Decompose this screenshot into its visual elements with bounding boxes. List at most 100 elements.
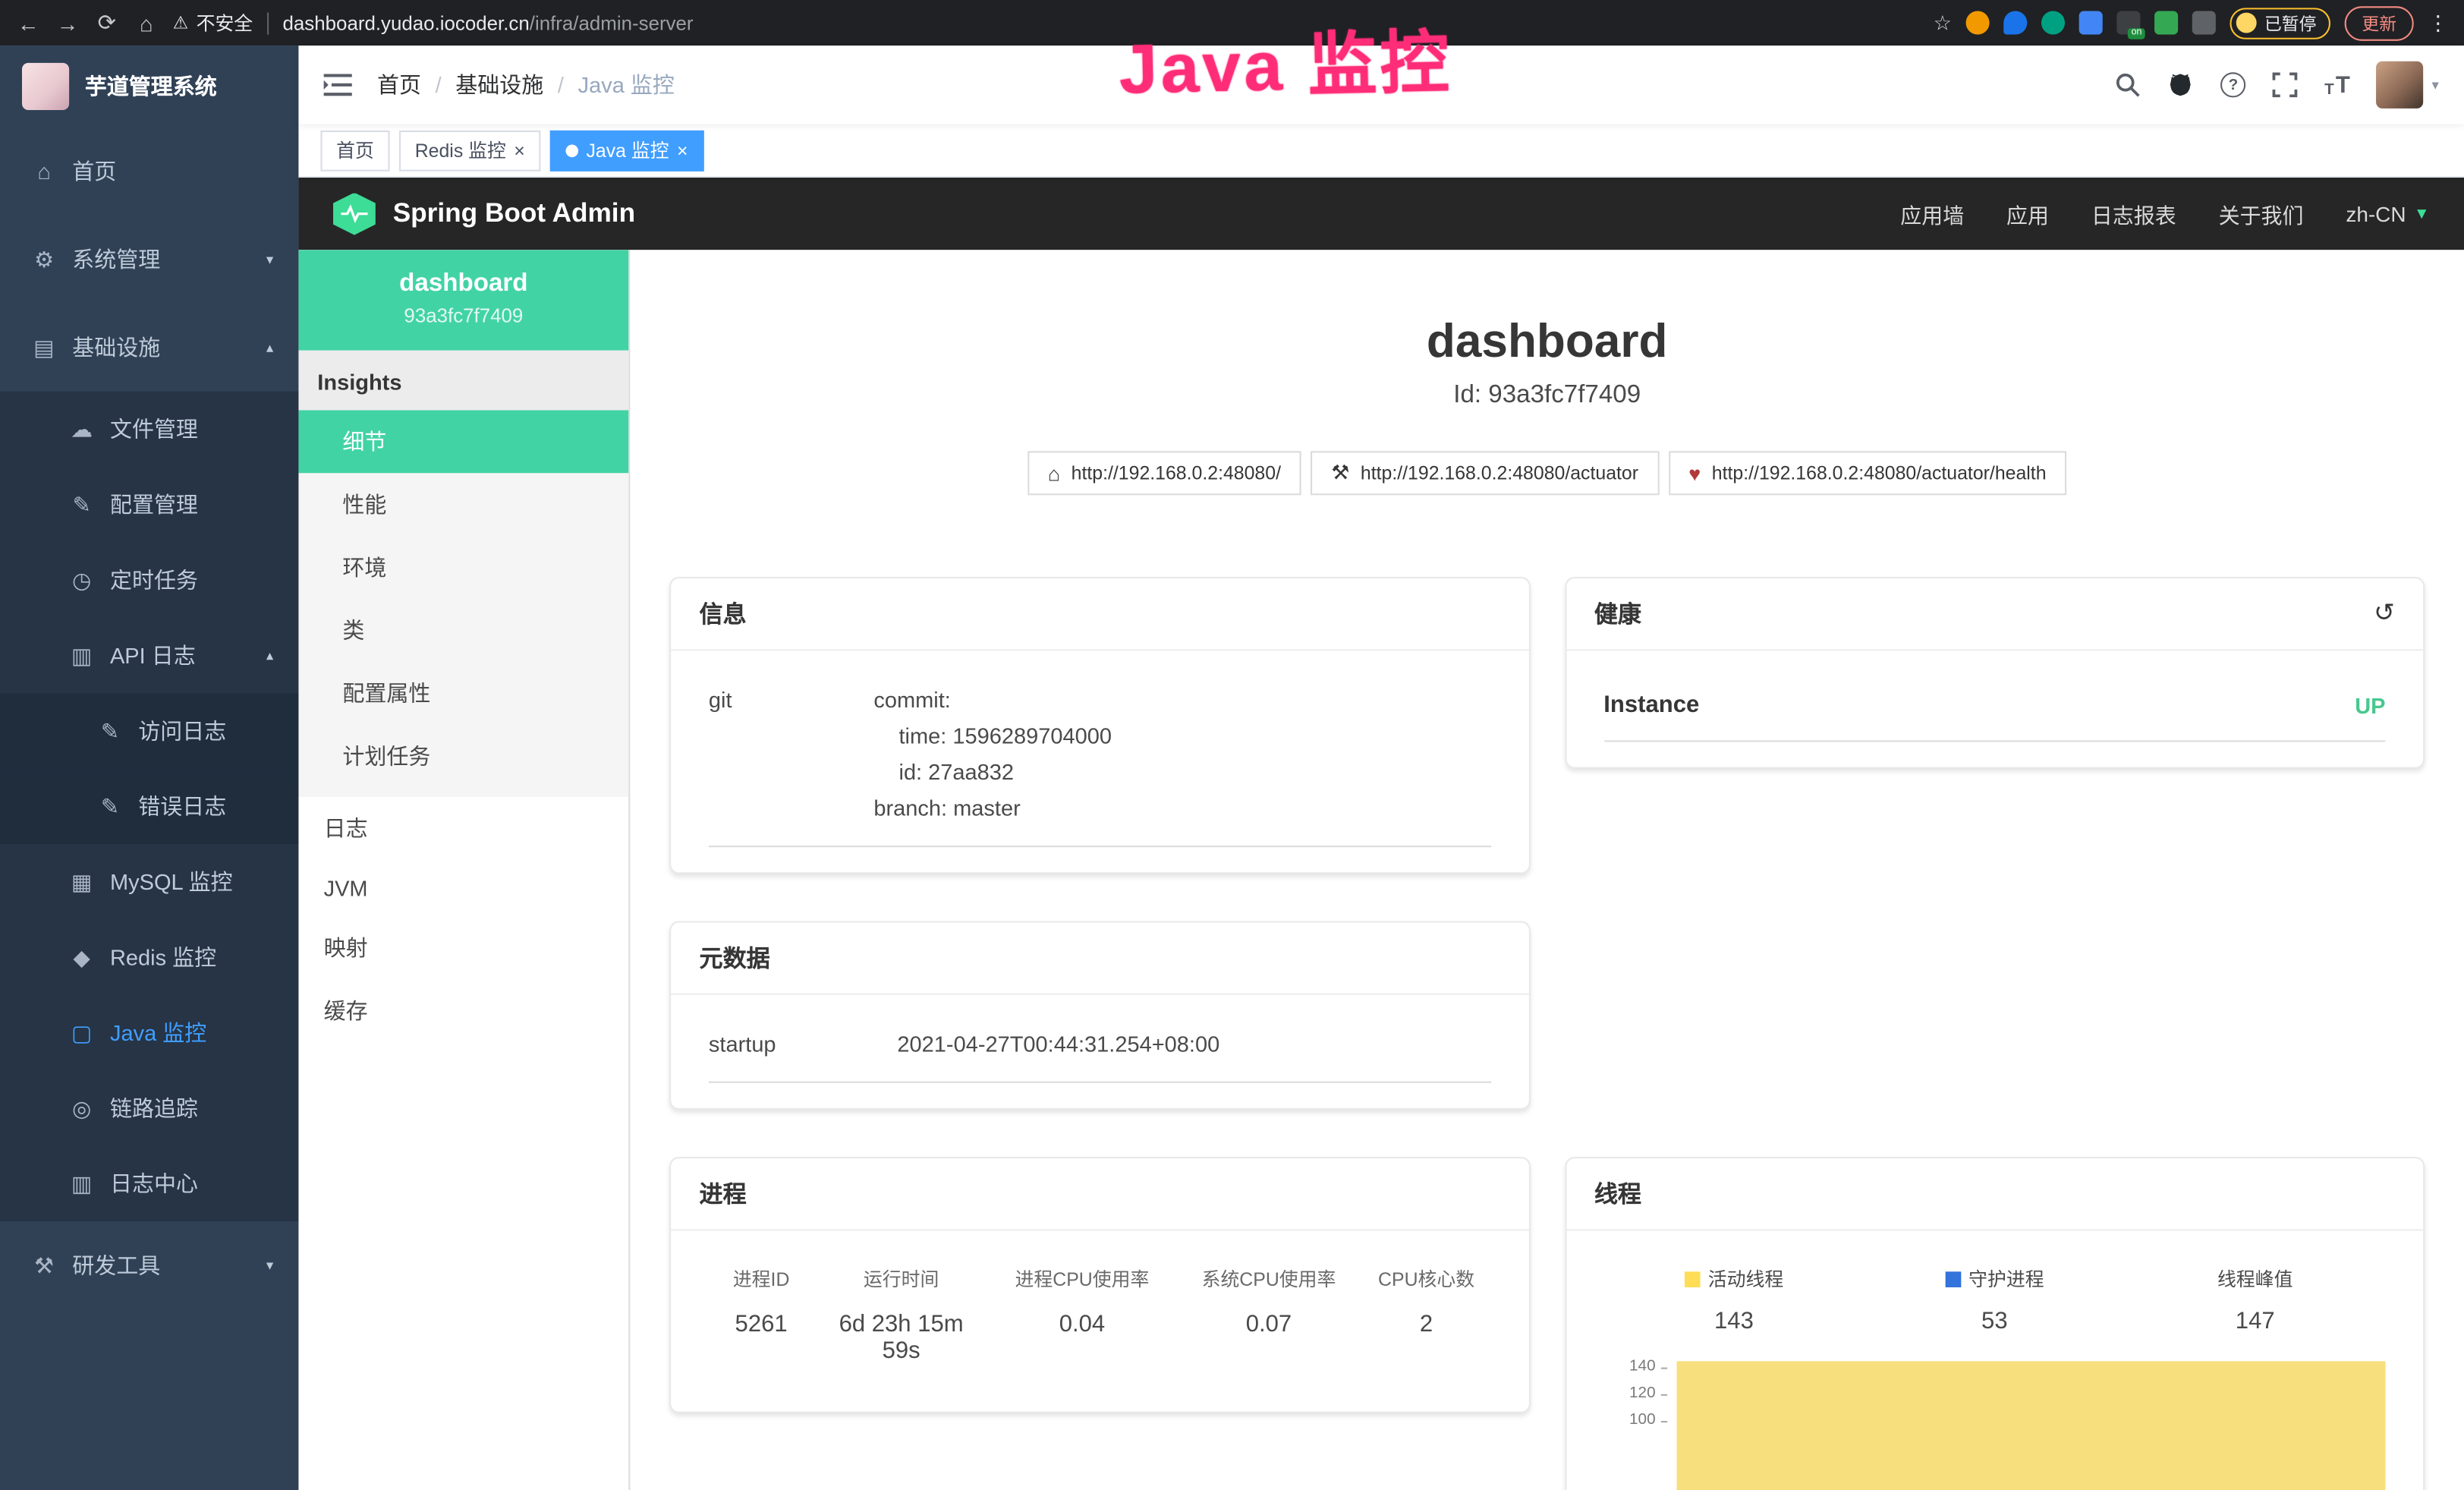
refresh-button[interactable]: ⟳: [94, 9, 119, 36]
sba-item-scheduled[interactable]: 计划任务: [298, 725, 628, 788]
breadcrumb-infrastructure[interactable]: 基础设施: [421, 69, 543, 100]
font-size-icon[interactable]: TT: [2324, 71, 2350, 98]
doc-icon: ✎: [97, 793, 122, 820]
sidebar-item-access-logs[interactable]: ✎访问日志: [0, 693, 298, 768]
sidebar-item-java-monitor[interactable]: ▢Java 监控: [0, 995, 298, 1070]
sba-nav-applications[interactable]: 应用: [2006, 198, 2049, 229]
hamburger-icon[interactable]: [324, 74, 352, 96]
chevron-down-icon: ▼: [2414, 205, 2430, 222]
sba-nav-about[interactable]: 关于我们: [2219, 198, 2304, 229]
extension-icon-5[interactable]: on: [2116, 11, 2140, 34]
sba-item-logs[interactable]: 日志: [298, 797, 628, 860]
app-header: 首页 基础设施 Java 监控 ? TT: [298, 46, 2464, 124]
paused-badge[interactable]: 已暂停: [2230, 7, 2330, 38]
chevron-down-icon: ▾: [2431, 76, 2438, 93]
sidebar-item-scheduled-tasks[interactable]: ◷定时任务: [0, 542, 298, 617]
sba-item-classes[interactable]: 类: [298, 599, 628, 662]
cell-value: 2: [1362, 1298, 1490, 1386]
sba-item-environment[interactable]: 环境: [298, 536, 628, 599]
home-icon: ⌂: [31, 159, 56, 184]
health-url-link[interactable]: ♥http://192.168.0.2:48080/actuator/healt…: [1668, 451, 2066, 495]
browser-menu-icon[interactable]: ⋮: [2428, 10, 2448, 35]
tools-icon: ⚒: [31, 1252, 56, 1278]
sidebar-item-error-logs[interactable]: ✎错误日志: [0, 769, 298, 844]
info-row-git: git commit: time: 1596289704000 id: 27aa…: [709, 660, 1490, 847]
active-dot: [566, 143, 579, 156]
log-icon: ▥: [69, 642, 94, 669]
instance-url-link[interactable]: ⌂http://192.168.0.2:48080/: [1027, 451, 1301, 495]
sba-item-mappings[interactable]: 映射: [298, 916, 628, 979]
forward-button[interactable]: →: [55, 10, 80, 35]
sba-app-header[interactable]: dashboard 93a3fc7f7409: [298, 250, 628, 351]
sidebar-item-infrastructure[interactable]: ▤基础设施▴: [0, 304, 298, 392]
sba-locale-select[interactable]: zh-CN▼: [2346, 202, 2429, 225]
warning-icon: ⚠: [173, 13, 188, 33]
back-button[interactable]: ←: [16, 10, 41, 35]
header-actions: ? TT ▾: [2116, 61, 2439, 109]
extension-icon-2[interactable]: [2003, 11, 2027, 34]
sidebar-item-home[interactable]: ⌂首页: [0, 128, 298, 216]
instance-label: Instance: [1603, 691, 1699, 718]
sba-item-config-props[interactable]: 配置属性: [298, 662, 628, 725]
help-icon[interactable]: ?: [2220, 72, 2245, 97]
history-icon[interactable]: ↺: [2374, 601, 2395, 626]
legend-value: 143: [1603, 1298, 1864, 1350]
sidebar-item-config-management[interactable]: ✎配置管理: [0, 467, 298, 542]
tab-java-monitor[interactable]: Java 监控×: [550, 130, 703, 171]
chevron-down-icon: ▾: [266, 1257, 273, 1274]
col-header: 进程CPU使用率: [989, 1259, 1175, 1299]
sba-item-performance[interactable]: 性能: [298, 473, 628, 536]
extension-icon-4[interactable]: [2079, 11, 2103, 34]
tab-home[interactable]: 首页: [320, 130, 389, 171]
divider: [267, 12, 269, 34]
process-card: 进程 进程ID 运行时间 进程CPU使用率 系统CPU使用率 CPU核心数 52…: [669, 1157, 1530, 1413]
sidebar-item-trace[interactable]: ◎链路追踪: [0, 1070, 298, 1145]
close-icon[interactable]: ×: [514, 140, 525, 159]
sidebar-item-log-center[interactable]: ▥日志中心: [0, 1146, 298, 1221]
blue-swatch-icon: [1945, 1271, 1961, 1287]
legend-active-threads: 活动线程: [1603, 1259, 1864, 1299]
sidebar-item-dev-tools[interactable]: ⚒研发工具▾: [0, 1221, 298, 1309]
breadcrumb-home[interactable]: 首页: [377, 69, 421, 100]
sba-brand[interactable]: Spring Boot Admin: [333, 193, 635, 235]
tab-redis-monitor[interactable]: Redis 监控×: [399, 130, 540, 171]
sidebar-item-redis-monitor[interactable]: ◆Redis 监控: [0, 919, 298, 994]
app-logo-row[interactable]: 芋道管理系统: [0, 46, 298, 128]
chart-plot-area: [1666, 1353, 2385, 1490]
browser-actions: ☆ on 已暂停 更新 ⋮: [1934, 5, 2449, 40]
page-title: dashboard: [669, 316, 2425, 369]
update-button[interactable]: 更新: [2345, 5, 2414, 40]
user-avatar[interactable]: ▾: [2377, 61, 2439, 109]
extension-icon-3[interactable]: [2041, 11, 2065, 34]
sba-logo-icon: [333, 193, 376, 235]
extension-icon-1[interactable]: [1966, 11, 1990, 34]
github-icon[interactable]: [2167, 72, 2194, 97]
sba-item-caches[interactable]: 缓存: [298, 979, 628, 1042]
legend-daemon-threads: 守护进程: [1865, 1259, 2125, 1299]
sba-item-jvm[interactable]: JVM: [298, 860, 628, 917]
sba-item-details[interactable]: 细节: [298, 410, 628, 473]
sidebar-item-system[interactable]: ⚙系统管理▾: [0, 216, 298, 304]
close-icon[interactable]: ×: [677, 140, 688, 159]
legend-peak-threads: 线程峰值: [2125, 1259, 2385, 1299]
sidebar-item-file-management[interactable]: ☁文件管理: [0, 392, 298, 467]
search-icon[interactable]: [2116, 72, 2141, 97]
database-icon: ▦: [69, 868, 94, 895]
card-title: 线程: [1594, 1177, 1641, 1210]
browser-home-button[interactable]: ⌂: [134, 10, 159, 35]
actuator-url-link[interactable]: ⚒http://192.168.0.2:48080/actuator: [1311, 451, 1659, 495]
address-bar[interactable]: dashboard.yudao.iocoder.cn/infra/admin-s…: [283, 12, 694, 34]
sba-nav-wall[interactable]: 应用墙: [1900, 198, 1964, 229]
sidebar-item-mysql-monitor[interactable]: ▦MySQL 监控: [0, 844, 298, 919]
bookmark-star-icon[interactable]: ☆: [1934, 10, 1952, 35]
site-security-chip[interactable]: ⚠ 不安全: [173, 9, 253, 36]
sba-nav-journal[interactable]: 日志报表: [2091, 198, 2176, 229]
home-icon: ⌂: [1048, 461, 1060, 485]
url-path: /infra/admin-server: [530, 12, 694, 34]
fullscreen-icon[interactable]: [2273, 72, 2298, 97]
card-title: 元数据: [700, 941, 770, 974]
extensions-puzzle-icon[interactable]: [2192, 11, 2216, 34]
card-title: 信息: [700, 597, 747, 630]
sidebar-item-api-logs[interactable]: ▥API 日志▴: [0, 618, 298, 693]
extension-icon-6[interactable]: [2154, 11, 2178, 34]
